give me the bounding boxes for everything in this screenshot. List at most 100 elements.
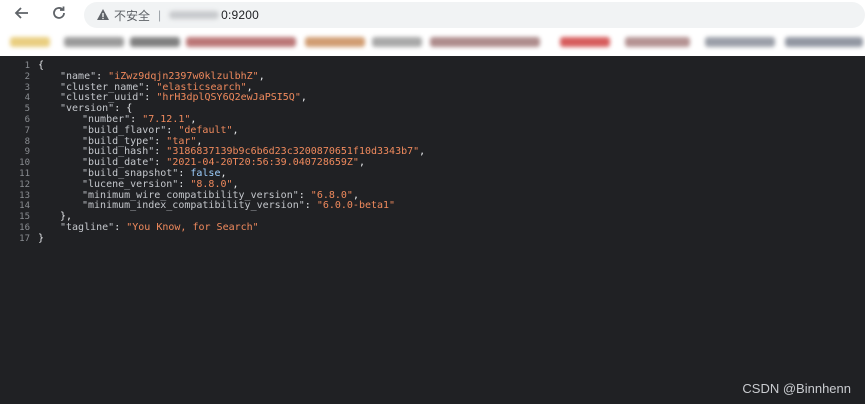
security-label[interactable]: 不安全: [114, 7, 150, 24]
redacted-host: [169, 11, 220, 19]
json-punctuation: :: [154, 146, 167, 158]
bookmark-item[interactable]: [785, 37, 863, 47]
json-key: "version": [60, 103, 115, 115]
json-key: "name": [60, 70, 97, 82]
json-viewer: 1{2 "name": "iZwz9dqjn2397w0klzulbhZ", 3 "c…: [0, 56, 865, 404]
browser-toolbar: 不安全 | 0:9200: [0, 0, 865, 30]
bookmark-item[interactable]: [705, 37, 775, 47]
back-button[interactable]: [9, 4, 35, 26]
arrow-left-icon: [14, 5, 30, 26]
line-number: 1: [24, 61, 30, 71]
line-code: "build_snapshot": false,: [82, 169, 227, 179]
json-key: "build_type": [82, 135, 155, 147]
json-string: "8.8.0": [190, 178, 233, 190]
line-number: 5: [24, 104, 30, 115]
line-number: 3: [24, 82, 30, 93]
bookmark-item[interactable]: [560, 37, 610, 47]
json-punctuation: :: [154, 157, 167, 169]
bookmark-item[interactable]: [305, 37, 365, 47]
line-code: {: [38, 61, 44, 71]
code-line: 13 "minimum_wire_compatibility_version": …: [0, 189, 865, 201]
line-code: "build_hash": "3186837139b9c6b6d23c32008…: [82, 147, 425, 157]
json-punctuation: ,: [196, 135, 203, 147]
line-number: 11: [19, 169, 30, 179]
line-number: 13: [19, 190, 30, 201]
json-string: "iZwz9dqjn2397w0klzulbhZ": [108, 70, 259, 82]
bookmark-item[interactable]: [625, 37, 690, 47]
json-punctuation: {: [38, 60, 45, 71]
json-key: "minimum_index_compatibility_version": [82, 200, 305, 212]
line-code: "number": "7.12.1",: [82, 115, 196, 125]
line-code: },: [60, 212, 72, 222]
line-code: "build_date": "2021-04-20T20:56:39.04072…: [82, 158, 365, 168]
bookmark-item[interactable]: [186, 37, 296, 47]
code-line: 6 "number": "7.12.1",: [0, 115, 865, 126]
bookmark-item[interactable]: [10, 37, 50, 47]
line-code: "minimum_wire_compatibility_version": "6…: [82, 189, 359, 201]
bookmark-item[interactable]: [130, 37, 180, 47]
json-punctuation: ,: [352, 189, 359, 201]
json-string: "6.8.0": [310, 189, 353, 201]
address-bar[interactable]: 不安全 | 0:9200: [84, 2, 865, 28]
json-punctuation: ,: [220, 168, 227, 179]
json-string: "3186837139b9c6b6d23c3200870651f10d3343b…: [166, 146, 420, 158]
json-key: "build_snapshot": [82, 168, 179, 179]
json-string: "7.12.1": [142, 114, 191, 125]
json-string: "hrH3dplQSY6Q2ewJaPSI5Q": [156, 92, 301, 104]
line-code: "minimum_index_compatibility_version": "…: [82, 201, 395, 211]
json-key: "build_flavor": [82, 124, 167, 136]
json-string: "default": [178, 124, 233, 136]
warning-icon: [96, 8, 110, 22]
json-string: "tar": [166, 135, 197, 147]
line-code: "name": "iZwz9dqjn2397w0klzulbhZ",: [60, 70, 265, 82]
code-line: 4 "cluster_uuid": "hrH3dplQSY6Q2ewJaPSI5Q…: [0, 92, 865, 104]
code-line: 5 "version": {: [0, 104, 865, 115]
reload-icon: [51, 5, 67, 26]
json-string: "2021-04-20T20:56:39.040728659Z": [166, 157, 359, 169]
json-punctuation: ,: [358, 157, 365, 169]
json-key: "lucene_version": [82, 178, 179, 190]
line-code: "cluster_name": "elasticsearch",: [60, 81, 253, 93]
line-code: "build_flavor": "default",: [82, 124, 239, 136]
line-code: }: [38, 233, 44, 244]
line-number: 12: [19, 179, 30, 190]
json-string: "elasticsearch": [156, 81, 247, 93]
reload-button[interactable]: [46, 4, 72, 26]
json-punctuation: :: [154, 135, 167, 147]
json-punctuation: ,: [190, 114, 197, 125]
code-line: 10 "build_date": "2021-04-20T20:56:39.040…: [0, 158, 865, 169]
json-key: "number": [82, 114, 131, 125]
json-punctuation: :: [178, 178, 191, 190]
json-punctuation: ,: [246, 81, 253, 93]
line-number: 15: [19, 212, 30, 223]
bookmark-item[interactable]: [64, 37, 124, 47]
line-code: "tagline": "You Know, for Search": [60, 223, 259, 233]
json-key: "minimum_wire_compatibility_version": [82, 189, 299, 201]
json-punctuation: :: [178, 168, 191, 179]
line-number: 7: [24, 125, 30, 136]
line-number: 9: [24, 147, 30, 158]
json-key: "cluster_name": [60, 81, 145, 93]
bookmark-item[interactable]: [372, 37, 422, 47]
line-number: 8: [24, 136, 30, 147]
code-line: 8 "build_type": "tar",: [0, 135, 865, 147]
watermark: CSDN @Binnhenn: [742, 381, 851, 396]
json-punctuation: ,: [300, 92, 307, 104]
json-boolean: false: [190, 168, 221, 179]
line-number: 16: [19, 223, 30, 233]
code-line: 7 "build_flavor": "default",: [0, 124, 865, 136]
line-number: 17: [19, 233, 30, 244]
code-line: 14 "minimum_index_compatibility_version":…: [0, 201, 865, 212]
json-punctuation: :: [144, 92, 157, 104]
bookmark-item[interactable]: [430, 37, 540, 47]
divider: |: [158, 8, 162, 22]
line-code: "version": {: [60, 104, 132, 114]
json-punctuation: :: [96, 70, 109, 82]
line-code: "build_type": "tar",: [82, 135, 203, 147]
line-code: "lucene_version": "8.8.0",: [82, 178, 239, 190]
url-text[interactable]: 0:9200: [221, 8, 259, 22]
json-key: "cluster_uuid": [60, 92, 145, 104]
json-punctuation: :: [144, 81, 157, 93]
json-punctuation: :: [166, 124, 179, 136]
json-punctuation: :: [114, 222, 127, 233]
